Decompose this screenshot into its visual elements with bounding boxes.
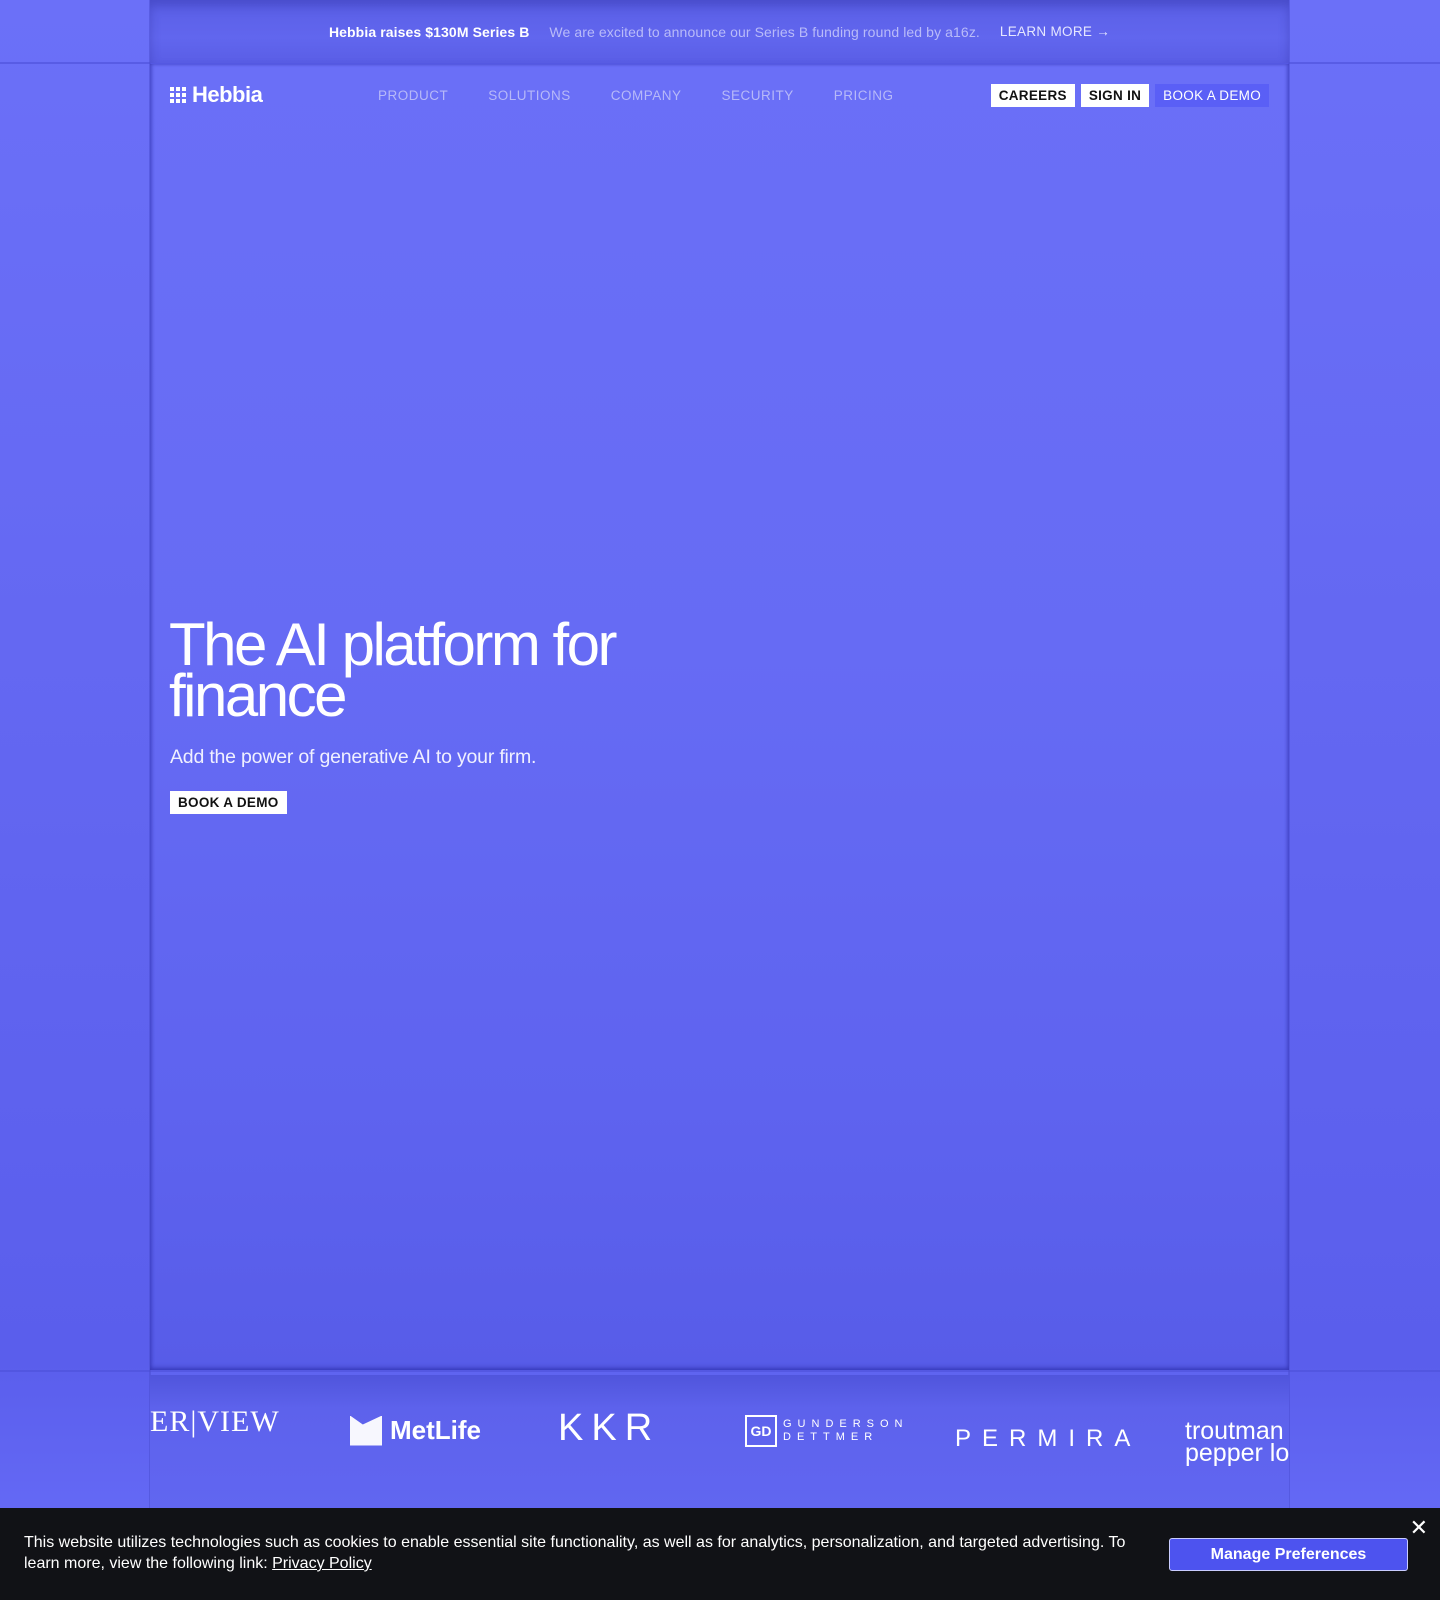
nav-security[interactable]: SECURITY: [722, 88, 794, 103]
hebbia-logo[interactable]: Hebbia: [170, 82, 263, 108]
troutman-pepper-logo: troutman pepper lo: [1185, 1419, 1289, 1467]
cookie-message: This website utilizes technologies such …: [24, 1532, 1144, 1574]
privacy-policy-link[interactable]: Privacy Policy: [272, 1555, 372, 1572]
metlife-mark-icon: [350, 1415, 382, 1446]
cookie-banner: This website utilizes technologies such …: [0, 1508, 1440, 1600]
logo-text: Hebbia: [192, 82, 263, 107]
nav-company[interactable]: COMPANY: [611, 88, 682, 103]
careers-button[interactable]: CAREERS: [990, 84, 1075, 107]
hero-book-demo-button[interactable]: BOOK A DEMO: [170, 791, 287, 814]
grid-logo-icon: [170, 87, 186, 103]
gunderson-dettmer-logo: GD GUNDERSON DETTMER: [745, 1415, 909, 1447]
divider: [0, 1370, 1440, 1372]
left-backdrop: [0, 0, 150, 1600]
nav-product[interactable]: PRODUCT: [378, 88, 448, 103]
main-nav: PRODUCT SOLUTIONS COMPANY SECURITY PRICI…: [378, 88, 894, 103]
nav-pricing[interactable]: PRICING: [834, 88, 894, 103]
metlife-text: MetLife: [390, 1415, 481, 1445]
sign-in-button[interactable]: SIGN IN: [1080, 84, 1150, 107]
announcement-bar[interactable]: Hebbia raises $130M Series B We are exci…: [150, 0, 1289, 63]
cookie-text: This website utilizes technologies such …: [24, 1534, 1126, 1572]
close-icon[interactable]: ✕: [1410, 1517, 1428, 1539]
gd-mark-icon: GD: [745, 1415, 777, 1447]
riverview-logo: ER|VIEW: [150, 1405, 280, 1438]
troutman-line2: pepper lo: [1185, 1439, 1289, 1467]
book-demo-button[interactable]: BOOK A DEMO: [1155, 84, 1269, 107]
announcement-title: Hebbia raises $130M Series B: [328, 23, 530, 40]
kkr-logo: KKR: [558, 1407, 661, 1449]
manage-preferences-button[interactable]: Manage Preferences: [1169, 1538, 1408, 1571]
hero-title: The AI platform for finance: [169, 611, 618, 729]
learn-more-link[interactable]: LEARN MORE →: [1000, 24, 1110, 39]
right-backdrop: [1289, 0, 1440, 1600]
customer-logos-strip: ER|VIEW MetLife KKR GD GUNDERSON DETTMER…: [150, 1375, 1289, 1508]
nav-solutions[interactable]: SOLUTIONS: [488, 88, 571, 103]
metlife-logo: MetLife: [350, 1415, 481, 1446]
announcement-description: We are excited to announce our Series B …: [549, 23, 980, 40]
gunderson-line2: DETTMER: [783, 1431, 879, 1443]
hero-section: Hebbia PRODUCT SOLUTIONS COMPANY SECURIT…: [150, 64, 1289, 1370]
hero-subtitle: Add the power of generative AI to your f…: [170, 746, 537, 768]
header-actions: CAREERS SIGN IN BOOK A DEMO: [990, 84, 1269, 107]
gunderson-text: GUNDERSON DETTMER: [783, 1418, 909, 1444]
gunderson-line1: GUNDERSON: [783, 1418, 909, 1430]
permira-logo: PERMIRA: [955, 1425, 1142, 1452]
